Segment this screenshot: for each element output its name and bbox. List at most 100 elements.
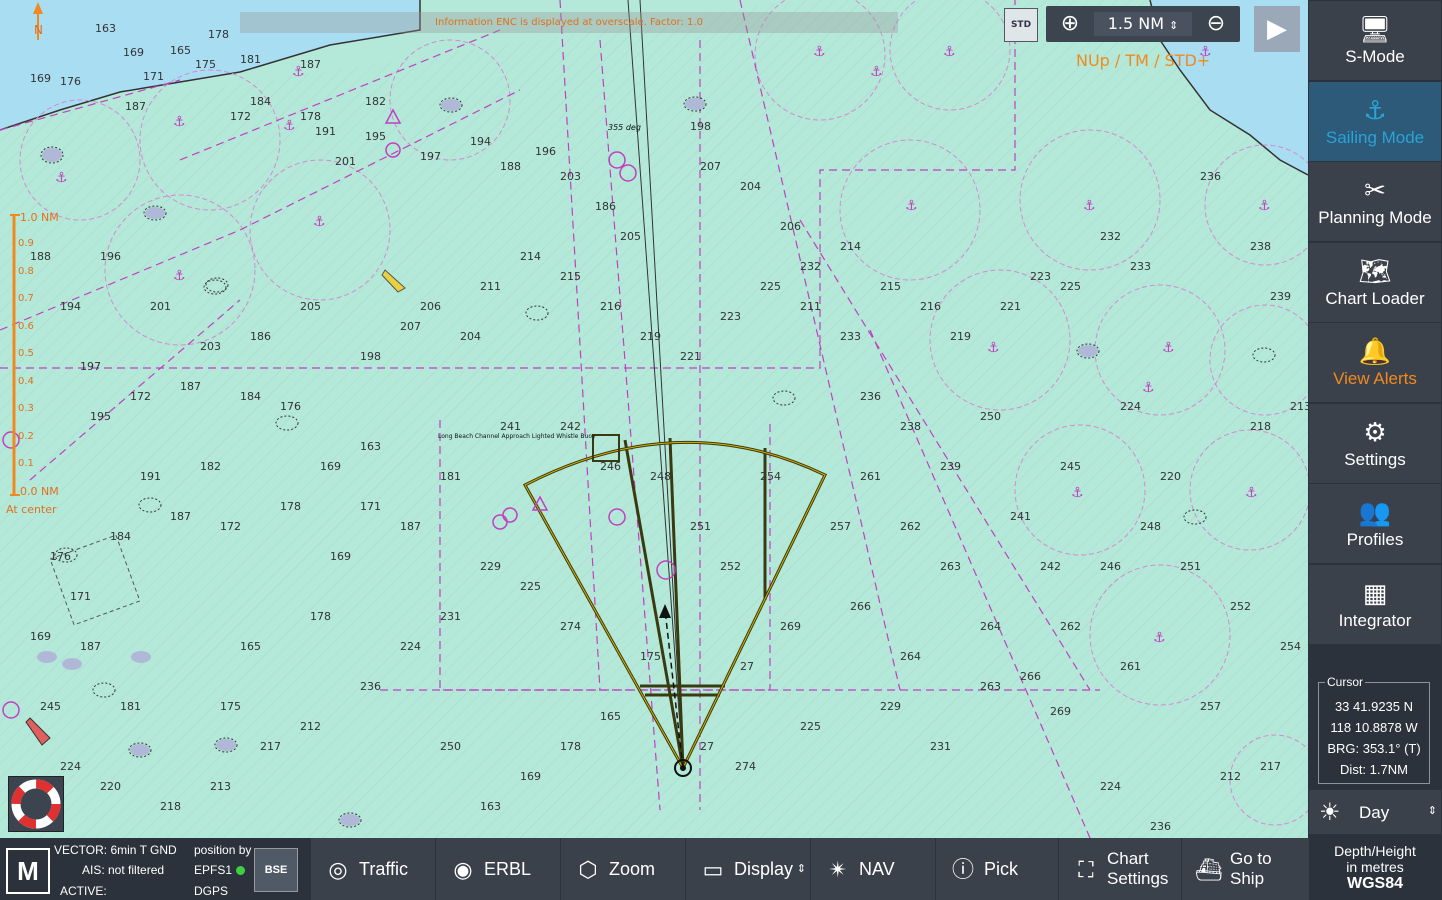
depth-sounding: 236 xyxy=(1150,820,1171,833)
zoom-out-icon[interactable]: ⊖ xyxy=(1196,6,1236,42)
depth-sounding: 224 xyxy=(60,760,81,773)
depth-sounding: 214 xyxy=(840,240,861,253)
depth-sounding: 178 xyxy=(560,740,581,753)
display-button[interactable]: ▭ Display ⇕ xyxy=(685,838,810,900)
depth-sounding: 218 xyxy=(160,800,181,813)
nav-button[interactable]: ✴ NAV xyxy=(810,838,935,900)
svg-text:⚓: ⚓ xyxy=(813,44,826,60)
depth-sounding: 169 xyxy=(123,46,144,59)
nav-label: NAV xyxy=(859,859,895,879)
depth-sounding: 169 xyxy=(330,550,351,563)
heading-label: 355 deg xyxy=(608,123,641,132)
depth-sounding: 232 xyxy=(800,260,821,273)
depth-sounding: 241 xyxy=(1010,510,1031,523)
play-icon[interactable]: ▶ xyxy=(1254,6,1300,52)
depth-sounding: 205 xyxy=(300,300,321,313)
depth-sounding: 213 xyxy=(1290,400,1308,413)
pick-button[interactable]: ⓘ Pick xyxy=(935,838,1058,900)
depth-sounding: 233 xyxy=(840,330,861,343)
depth-sounding: 221 xyxy=(1000,300,1021,313)
nautical-chart[interactable]: Long Beach Channel Approach Lighted Whis… xyxy=(0,0,1308,838)
depth-sounding: 224 xyxy=(1120,400,1141,413)
depth-sounding: 220 xyxy=(1160,470,1181,483)
erbl-button[interactable]: ◉ ERBL xyxy=(435,838,560,900)
day-mode-select[interactable]: ☀ Day ⇕ xyxy=(1309,790,1441,834)
scale-bottom-label: 0.0 NM xyxy=(20,485,59,498)
depth-sounding: 213 xyxy=(210,780,231,793)
depth-sounding: 176 xyxy=(60,75,81,88)
depth-sounding: 201 xyxy=(335,155,356,168)
chart-settings-label: Chart Settings xyxy=(1107,849,1168,889)
chart-canvas[interactable]: Long Beach Channel Approach Lighted Whis… xyxy=(0,0,1308,838)
sidebar-item-sailing-mode[interactable]: ⚓ Sailing Mode xyxy=(1309,81,1441,162)
go-to-ship-line1: Go to xyxy=(1230,849,1272,868)
sidebar-item-label: S-Mode xyxy=(1345,47,1405,66)
sidebar-item-planning-mode[interactable]: ✂ Planning Mode xyxy=(1309,162,1441,242)
scale-tick-label: 0.4 xyxy=(18,375,34,387)
depth-sounding: 176 xyxy=(50,550,71,563)
depth-sounding: 211 xyxy=(800,300,821,313)
depth-sounding: 181 xyxy=(440,470,461,483)
orientation-mode[interactable]: NUp / TM / STD+ xyxy=(1076,51,1210,70)
stepper-icon[interactable]: ⇕ xyxy=(1169,19,1178,32)
svg-text:⚓: ⚓ xyxy=(313,214,326,230)
depth-sounding: 187 xyxy=(400,520,421,533)
depth-sounding: 175 xyxy=(640,650,661,663)
depth-label: Depth/Height xyxy=(1334,843,1416,859)
depth-sounding: 250 xyxy=(440,740,461,753)
sidebar-item-chart-loader[interactable]: 🗺 Chart Loader xyxy=(1309,242,1441,323)
zoom-button[interactable]: ⬡ Zoom xyxy=(560,838,685,900)
depth-sounding: 264 xyxy=(900,650,921,663)
traffic-button[interactable]: ◎ Traffic xyxy=(310,838,435,900)
std-button[interactable]: STD xyxy=(1004,8,1038,42)
depth-sounding: 245 xyxy=(40,700,61,713)
depth-sounding: 175 xyxy=(220,700,241,713)
depth-sounding: 215 xyxy=(560,270,581,283)
svg-text:⚓: ⚓ xyxy=(987,340,1000,356)
depth-sounding: 225 xyxy=(800,720,821,733)
gear-icon: ⚙ xyxy=(1363,417,1387,448)
depth-sounding: 27 xyxy=(740,660,754,673)
sidebar-item-s-mode[interactable]: 🖥 S-Mode xyxy=(1309,1,1441,81)
lifering-button[interactable] xyxy=(8,776,64,832)
depth-sounding: 214 xyxy=(520,250,541,263)
depth-sounding: 187 xyxy=(180,380,201,393)
svg-text:⚓: ⚓ xyxy=(283,118,296,134)
sidebar-item-integrator[interactable]: ▦ Integrator xyxy=(1309,564,1441,645)
scale-top-label: 1.0 NM xyxy=(20,211,59,224)
chart-settings-button[interactable]: ⛶ Chart Settings xyxy=(1058,838,1181,900)
depth-sounding: 224 xyxy=(400,640,421,653)
svg-text:⚓: ⚓ xyxy=(173,114,186,130)
depth-sounding: 245 xyxy=(1060,460,1081,473)
depth-sounding: 266 xyxy=(1020,670,1041,683)
sidebar-item-label: Profiles xyxy=(1346,530,1404,549)
app-logo[interactable]: M xyxy=(6,848,50,894)
sidebar-item-label: Integrator xyxy=(1338,610,1412,630)
depth-sounding: 257 xyxy=(1200,700,1221,713)
chart-settings-line1: Chart xyxy=(1107,849,1149,868)
go-to-ship-label: Go to Ship xyxy=(1230,849,1272,889)
lifering-icon xyxy=(11,779,61,829)
go-to-ship-button[interactable]: ⛴ Go to Ship xyxy=(1181,838,1309,900)
depth-sounding: 182 xyxy=(200,460,221,473)
bse-button[interactable]: BSE xyxy=(254,848,298,892)
status-ok-icon xyxy=(236,866,246,876)
depth-unit: in metres xyxy=(1346,859,1404,875)
sun-icon: ☀ xyxy=(1319,799,1341,826)
pick-label: Pick xyxy=(984,859,1019,879)
sidebar-item-settings[interactable]: ⚙ Settings xyxy=(1309,403,1441,484)
zoom-value[interactable]: 1.5 NM ⇕ xyxy=(1094,12,1192,36)
stepper-icon: ⇕ xyxy=(1427,805,1437,817)
depth-sounding: 252 xyxy=(720,560,741,573)
svg-text:⚓: ⚓ xyxy=(1162,340,1175,356)
depth-sounding: 169 xyxy=(30,72,51,85)
hatched-zone xyxy=(0,0,1308,838)
sidebar-item-view-alerts[interactable]: 🔔 View Alerts xyxy=(1309,323,1441,403)
sidebar-item-profiles[interactable]: 👥 Profiles xyxy=(1309,484,1441,564)
depth-sounding: 264 xyxy=(980,620,1001,633)
depth-sounding: 225 xyxy=(520,580,541,593)
depth-sounding: 169 xyxy=(30,630,51,643)
zoom-in-icon[interactable]: ⊕ xyxy=(1050,6,1090,42)
position-by-label: position by xyxy=(194,843,252,857)
depth-sounding: 242 xyxy=(1040,560,1061,573)
